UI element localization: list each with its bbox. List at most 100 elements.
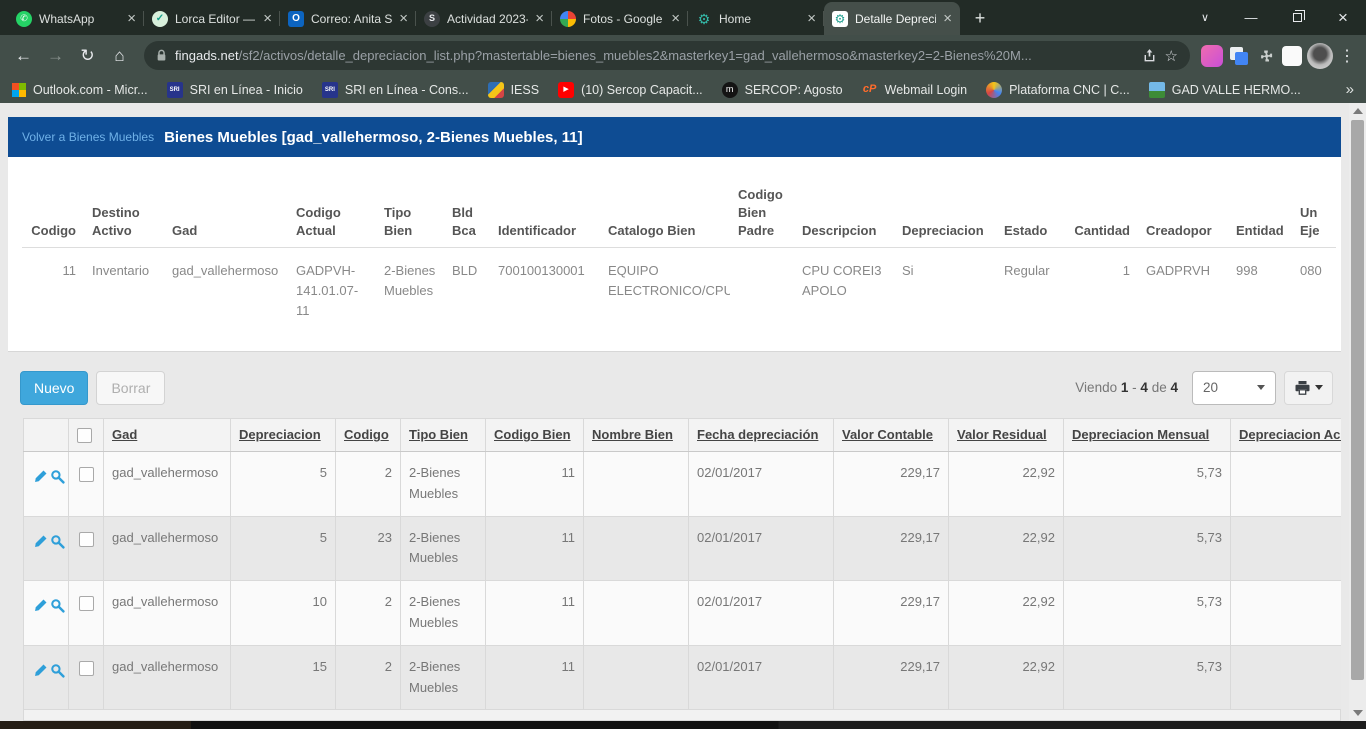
scroll-down-arrow-icon[interactable] [1353, 710, 1363, 716]
share-icon[interactable] [1142, 48, 1157, 63]
sort-link[interactable]: Codigo Bien [494, 427, 571, 442]
master-column-header: Codigo [22, 157, 84, 247]
row-checkbox[interactable] [79, 661, 94, 676]
row-checkbox[interactable] [79, 532, 94, 547]
home-icon[interactable]: ⌂ [106, 46, 133, 66]
tab-close-icon[interactable]: × [807, 10, 816, 27]
bookmark-item[interactable]: ▶(10) Sercop Capacit... [558, 82, 703, 98]
back-icon[interactable]: ← [10, 46, 37, 66]
tab-close-icon[interactable]: × [535, 10, 544, 27]
close-window-button[interactable]: × [1320, 0, 1366, 35]
bookmarks-overflow-icon[interactable]: » [1346, 81, 1354, 98]
edit-pencil-icon[interactable] [32, 662, 49, 677]
bookmark-item[interactable]: IESS [488, 82, 540, 98]
tab-close-icon[interactable]: × [399, 10, 408, 27]
tab-search-chevron-icon[interactable]: ∨ [1182, 0, 1228, 35]
grid-column-header[interactable]: Valor Residual [949, 418, 1064, 451]
bookmark-item[interactable]: mSERCOP: Agosto [722, 82, 843, 98]
tab-close-icon[interactable]: × [263, 10, 272, 27]
grid-column-header[interactable]: Tipo Bien [401, 418, 486, 451]
scroll-up-arrow-icon[interactable] [1353, 108, 1363, 114]
extensions-puzzle-icon[interactable] [1255, 45, 1277, 67]
sort-link[interactable]: Codigo [344, 427, 389, 442]
edit-pencil-icon[interactable] [32, 597, 49, 612]
view-magnifier-icon[interactable] [49, 662, 66, 677]
grid-column-header[interactable]: Codigo [336, 418, 401, 451]
extension-translate-icon[interactable] [1228, 45, 1250, 67]
bookmark-star-icon[interactable]: ☆ [1165, 47, 1178, 65]
view-magnifier-icon[interactable] [49, 468, 66, 483]
sort-link[interactable]: Depreciacion Acu [1239, 427, 1341, 442]
volver-link[interactable]: Volver a Bienes Muebles [22, 130, 154, 144]
page-content: Volver a Bienes Muebles Bienes Muebles [… [0, 103, 1349, 721]
master-column-header: Estado [996, 157, 1066, 247]
bookmark-item[interactable]: GAD VALLE HERMO... [1149, 82, 1301, 98]
address-bar[interactable]: fingads.net/sf2/activos/detalle_deprecia… [144, 41, 1190, 70]
browser-tab[interactable]: ✓Lorca Editor — El× [144, 2, 280, 35]
sercop-favicon: m [722, 82, 738, 98]
browser-tab[interactable]: ✆WhatsApp× [8, 2, 144, 35]
reload-icon[interactable]: ↻ [74, 46, 101, 66]
grid-cell: 2-Bienes Muebles [401, 451, 486, 516]
bookmark-item[interactable]: Outlook.com - Micr... [12, 83, 148, 97]
nuevo-button[interactable]: Nuevo [20, 371, 88, 405]
grid-column-header[interactable]: Depreciacion Acu [1231, 418, 1342, 451]
edit-pencil-icon[interactable] [32, 468, 49, 483]
master-column-header: Codigo Actual [288, 157, 376, 247]
browser-tab-active[interactable]: ⚙Detalle Deprecia× [824, 2, 960, 35]
print-button[interactable] [1284, 371, 1333, 405]
extension-monica-icon[interactable] [1201, 45, 1223, 67]
select-all-checkbox[interactable] [77, 428, 92, 443]
new-tab-button[interactable]: + [966, 4, 994, 32]
view-magnifier-icon[interactable] [49, 533, 66, 548]
grid-column-header[interactable]: Valor Contable [834, 418, 949, 451]
lock-icon[interactable] [156, 49, 167, 62]
tab-close-icon[interactable]: × [943, 10, 952, 27]
grid-column-header[interactable]: Nombre Bien [584, 418, 689, 451]
master-column-header: Gad [164, 157, 288, 247]
vertical-scrollbar[interactable] [1349, 103, 1366, 721]
grid-column-header[interactable]: Depreciacion Mensual [1064, 418, 1231, 451]
bookmark-item[interactable]: SRISRI en Línea - Cons... [322, 82, 469, 98]
sort-link[interactable]: Nombre Bien [592, 427, 673, 442]
table-row: gad_vallehermoso1522-Bienes Muebles1102/… [24, 645, 1342, 710]
tab-close-icon[interactable]: × [671, 10, 680, 27]
vertical-scrollbar-thumb[interactable] [1351, 120, 1364, 680]
sort-link[interactable]: Depreciacion [239, 427, 321, 442]
grid-cell: 5,73 [1064, 451, 1231, 516]
page-size-select[interactable]: 20 [1192, 371, 1276, 405]
table-row: gad_vallehermoso522-Bienes Muebles1102/0… [24, 451, 1342, 516]
grid-cell: 2-Bienes Muebles [401, 645, 486, 710]
sort-link[interactable]: Gad [112, 427, 137, 442]
browser-tab[interactable]: SActividad 2023-0× [416, 2, 552, 35]
sort-link[interactable]: Fecha depreciación [697, 427, 818, 442]
bookmark-item[interactable]: SRISRI en Línea - Inicio [167, 82, 303, 98]
browser-tab[interactable]: ⚙Home× [688, 2, 824, 35]
grid-column-header[interactable]: Codigo Bien [486, 418, 584, 451]
master-cell: GADPVH-141.01.07-11 [288, 247, 376, 351]
grid-column-header[interactable]: Depreciacion [231, 418, 336, 451]
forward-icon[interactable]: → [42, 46, 69, 66]
maximize-restore-button[interactable] [1274, 0, 1320, 35]
bookmark-item[interactable]: Plataforma CNC | C... [986, 82, 1130, 98]
row-checkbox[interactable] [79, 596, 94, 611]
tab-close-icon[interactable]: × [127, 10, 136, 27]
view-magnifier-icon[interactable] [49, 597, 66, 612]
sort-link[interactable]: Valor Contable [842, 427, 933, 442]
row-select-cell [69, 451, 104, 516]
sort-link[interactable]: Depreciacion Mensual [1072, 427, 1209, 442]
browser-menu-icon[interactable]: ⋮ [1338, 46, 1356, 66]
minimize-button[interactable]: — [1228, 0, 1274, 35]
sort-link[interactable]: Tipo Bien [409, 427, 468, 442]
grid-column-header[interactable]: Gad [104, 418, 231, 451]
profile-avatar[interactable] [1307, 43, 1333, 69]
browser-tab[interactable]: OCorreo: Anita Sos× [280, 2, 416, 35]
row-checkbox[interactable] [79, 467, 94, 482]
borrar-button[interactable]: Borrar [96, 371, 165, 405]
sort-link[interactable]: Valor Residual [957, 427, 1047, 442]
grid-column-header[interactable]: Fecha depreciación [689, 418, 834, 451]
edit-pencil-icon[interactable] [32, 533, 49, 548]
extension-whiteboard-icon[interactable] [1282, 46, 1302, 66]
browser-tab[interactable]: Fotos - Google F× [552, 2, 688, 35]
bookmark-item[interactable]: cPWebmail Login [862, 82, 967, 98]
